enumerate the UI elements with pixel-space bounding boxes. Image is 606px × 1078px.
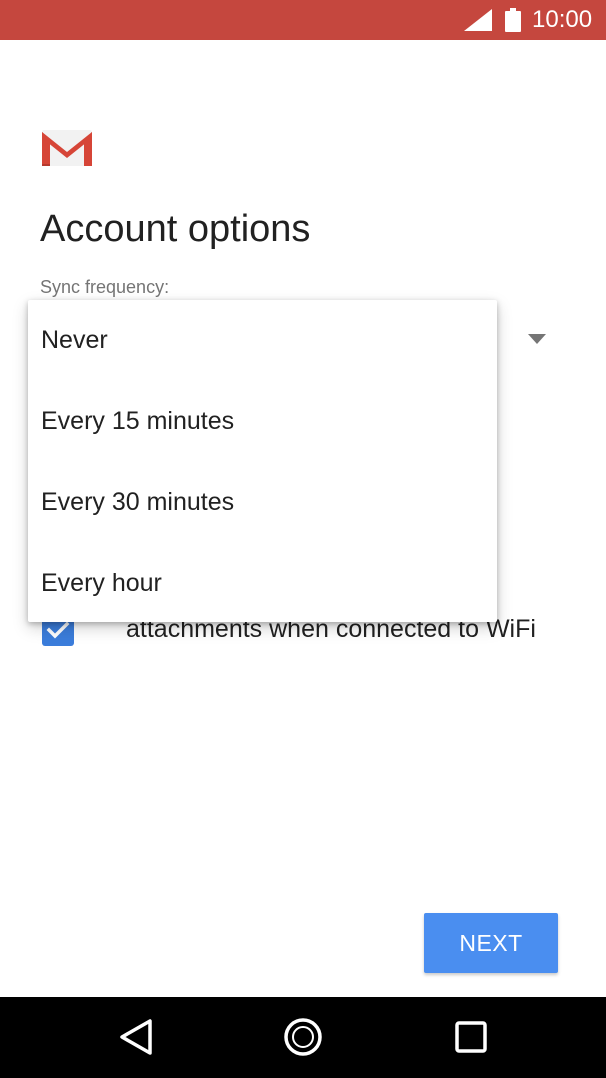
screen: 10:00 Account options Sync frequency: at… (0, 0, 606, 1078)
sync-option-15-minutes[interactable]: Every 15 minutes (28, 381, 497, 462)
recents-icon[interactable] (455, 1021, 487, 1053)
navigation-bar (0, 997, 606, 1078)
sync-frequency-label: Sync frequency: (40, 277, 170, 297)
status-time: 10:00 (532, 6, 593, 33)
sync-option-30-minutes[interactable]: Every 30 minutes (28, 462, 497, 543)
back-icon[interactable] (118, 1017, 154, 1057)
dropdown-arrow-icon[interactable] (528, 334, 546, 344)
sync-option-never[interactable]: Never (28, 300, 497, 381)
next-button[interactable]: NEXT (424, 913, 558, 973)
status-bar: 10:00 (0, 0, 606, 40)
sync-option-hour[interactable]: Every hour (28, 543, 497, 624)
home-icon[interactable] (283, 1017, 323, 1057)
gmail-logo (42, 130, 92, 166)
battery-icon (505, 8, 521, 32)
signal-icon (464, 9, 492, 31)
sync-frequency-menu: Never Every 15 minutes Every 30 minutes … (28, 300, 497, 622)
page-title: Account options (40, 208, 311, 250)
